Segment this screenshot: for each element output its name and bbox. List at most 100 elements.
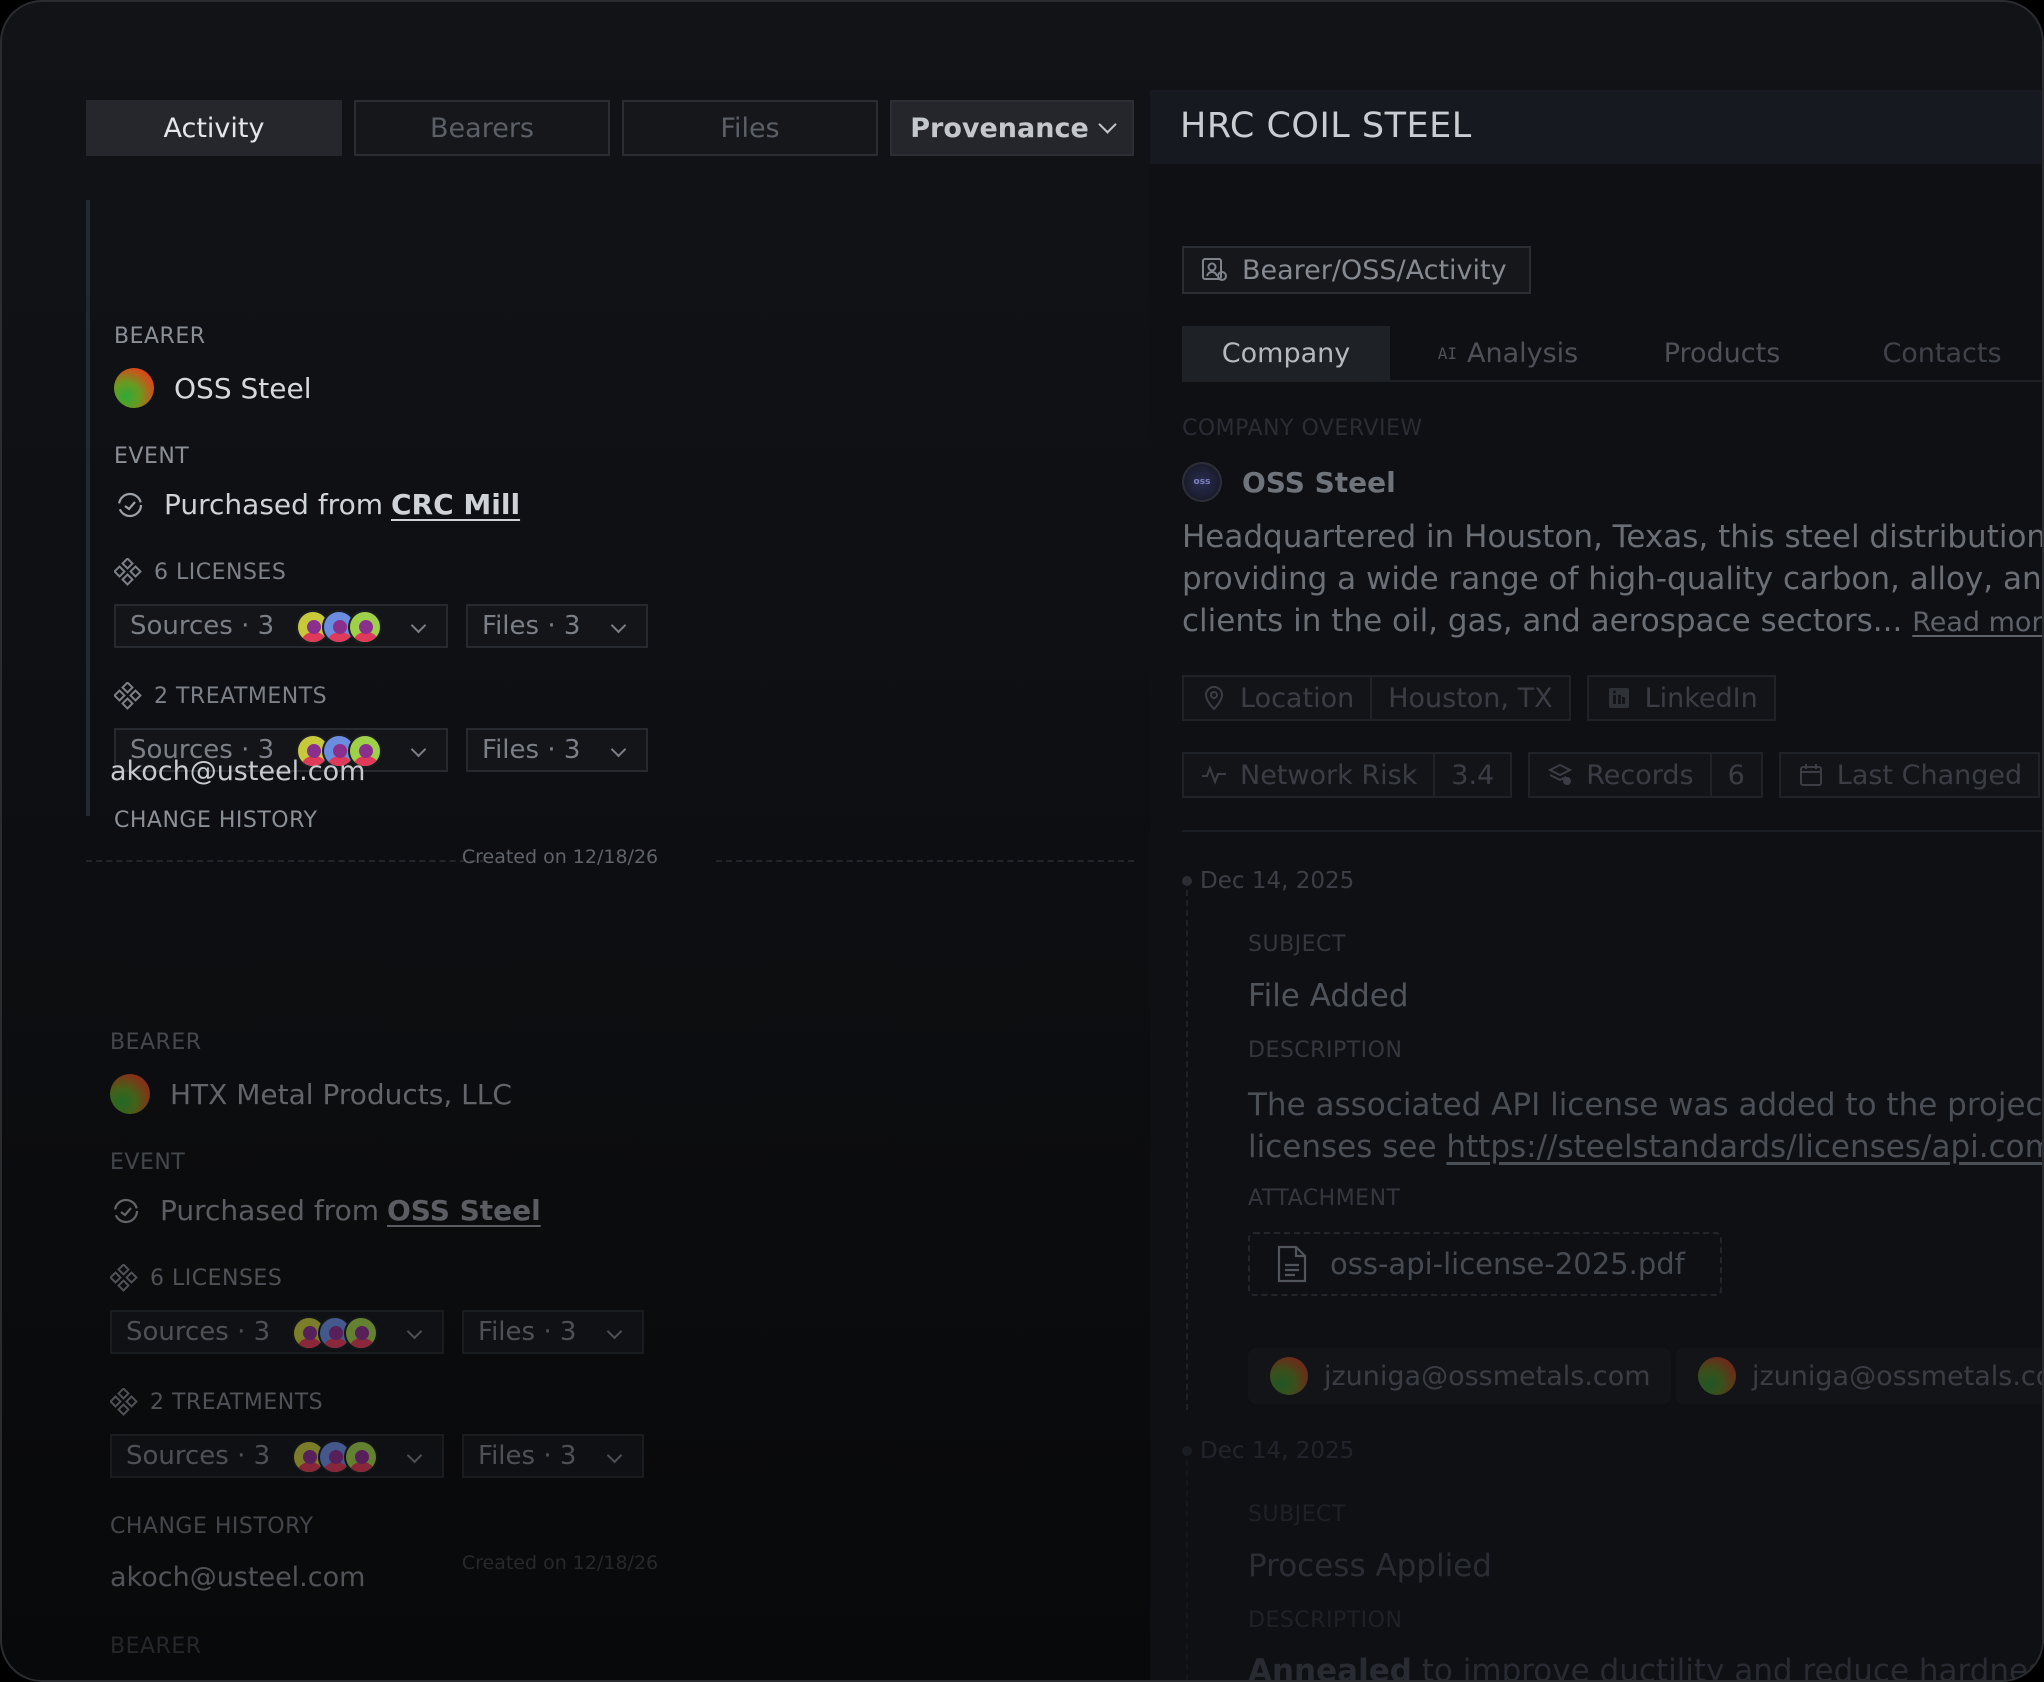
subject-value: Process Applied xyxy=(1248,1548,1492,1584)
timeline-description: Annealed to improve ductility and reduce… xyxy=(1248,1653,2044,1682)
chevron-down-icon xyxy=(406,1447,423,1464)
contact-chip[interactable]: jzuniga@ossmetals.com xyxy=(1248,1348,1671,1404)
chevron-down-icon xyxy=(410,741,427,758)
tab-products[interactable]: Products xyxy=(1622,326,1822,380)
activity-card: BEARER OSS Steel EVENT Purchased from CR… xyxy=(86,200,1134,833)
event-label: EVENT xyxy=(114,444,190,469)
tab-files[interactable]: Files xyxy=(622,100,878,156)
subject-label: SUBJECT xyxy=(1248,932,1346,957)
change-history-email: akoch@usteel.com xyxy=(110,756,366,787)
detail-header: HRC COIL STEEL xyxy=(1150,90,2042,164)
files-dropdown[interactable]: Files · 3 xyxy=(466,728,648,772)
read-more-link[interactable]: Read more xyxy=(1912,607,2042,638)
description-label: DESCRIPTION xyxy=(1248,1608,1403,1633)
tab-analysis[interactable]: AI Analysis xyxy=(1408,326,1608,380)
chevron-down-icon xyxy=(606,1447,623,1464)
company-description: Headquartered in Houston, Texas, this st… xyxy=(1182,516,2042,644)
location-pin-icon xyxy=(1204,686,1224,711)
records-pill: Records 6 xyxy=(1528,752,1763,798)
treatments-header: 2 TREATMENTS xyxy=(114,682,327,710)
timeline-line xyxy=(1186,890,1188,1410)
bearer-avatar xyxy=(110,1074,150,1114)
source-avatars xyxy=(292,1316,378,1350)
breadcrumb[interactable]: Bearer/OSS/Activity xyxy=(1182,246,1531,294)
attachment-label: ATTACHMENT xyxy=(1248,1186,1401,1211)
company-logo: oss xyxy=(1182,462,1222,502)
diamond-cluster-icon xyxy=(110,1388,138,1416)
bearer-item[interactable]: HTX Metal Products, LLC xyxy=(110,1074,512,1114)
files-dropdown[interactable]: Files · 3 xyxy=(462,1310,644,1354)
event-source-link[interactable]: CRC Mill xyxy=(391,488,520,521)
event-row: Purchased from CRC Mill xyxy=(114,488,520,521)
bearer-name: HTX Metal Products, LLC xyxy=(170,1077,512,1111)
chevron-down-icon xyxy=(406,1323,423,1340)
licenses-header: 6 LICENSES xyxy=(110,1264,282,1292)
source-avatars xyxy=(296,610,382,644)
location-pill: Location Houston, TX xyxy=(1182,675,1571,721)
created-divider: Created on 12/18/26 xyxy=(86,846,1134,876)
chevron-down-icon xyxy=(410,617,427,634)
license-link[interactable]: https://steelstandards/licenses/api.com. xyxy=(1446,1129,2042,1165)
diamond-cluster-icon xyxy=(114,682,142,710)
contact-chip[interactable]: jzuniga@ossmetals.com xyxy=(1676,1348,2042,1404)
subject-value: File Added xyxy=(1248,978,1409,1014)
chevron-down-icon xyxy=(1098,114,1117,134)
avatar xyxy=(344,1316,378,1350)
sources-dropdown[interactable]: Sources · 3 xyxy=(110,1434,444,1478)
records-icon xyxy=(1547,763,1573,785)
created-date: Created on 12/18/26 xyxy=(461,1552,659,1574)
bearer-name: OSS Steel xyxy=(174,371,312,405)
linkedin-pill[interactable]: LinkedIn xyxy=(1586,675,1776,721)
bearer-item[interactable]: OSS Steel xyxy=(114,368,311,408)
sync-icon xyxy=(117,492,143,517)
timeline-date: Dec 14, 2025 xyxy=(1200,868,1355,894)
tab-bearers[interactable]: Bearers xyxy=(354,100,610,156)
change-history-label: CHANGE HISTORY xyxy=(110,1514,314,1539)
timeline-date: Dec 14, 2025 xyxy=(1200,1438,1355,1464)
document-icon xyxy=(1277,1245,1307,1283)
detail-tab-bar: Company AI Analysis Products Contacts xyxy=(1182,326,2042,382)
activity-card: BEARER xyxy=(86,1600,1134,1680)
sync-icon xyxy=(113,1198,139,1223)
tab-contacts[interactable]: Contacts xyxy=(1838,326,2042,380)
linkedin-icon xyxy=(1608,688,1629,708)
sources-dropdown[interactable]: Sources · 3 xyxy=(114,604,448,648)
activity-card: BEARER HTX Metal Products, LLC EVENT Pur… xyxy=(86,906,1134,1606)
last-changed-pill: Last Changed xyxy=(1778,752,2041,798)
event-row: Purchased from OSS Steel xyxy=(110,1194,541,1227)
company-name: OSS Steel xyxy=(1242,465,1396,499)
created-divider: Created on 12/18/26 xyxy=(86,1552,1134,1582)
calendar-icon xyxy=(1799,764,1822,786)
stats-row: Network Risk 3.4 Records 6 Last Changed xyxy=(1182,752,2041,798)
attachment-file[interactable]: oss-api-license-2025.pdf xyxy=(1248,1232,1722,1296)
files-dropdown[interactable]: Files · 3 xyxy=(466,604,648,648)
bearer-label: BEARER xyxy=(110,1634,202,1659)
bearer-avatar xyxy=(114,368,154,408)
diamond-cluster-icon xyxy=(110,1264,138,1292)
created-date: Created on 12/18/26 xyxy=(461,846,659,868)
contact-avatar xyxy=(1270,1357,1308,1395)
detail-panel: HRC COIL STEEL Bearer/OSS/Activity Compa… xyxy=(1150,90,2044,1682)
bearer-label: BEARER xyxy=(114,324,206,349)
provenance-dropdown[interactable]: Provenance xyxy=(890,100,1134,156)
timeline-dot xyxy=(1182,876,1192,886)
app-window: Activity Bearers Files Provenance BEARER… xyxy=(0,0,2044,1682)
divider xyxy=(1182,830,2042,832)
pulse-icon xyxy=(1202,765,1226,785)
chevron-down-icon xyxy=(610,741,627,758)
page-title: HRC COIL STEEL xyxy=(1180,106,1472,146)
avatar xyxy=(348,610,382,644)
tab-company[interactable]: Company xyxy=(1182,326,1390,380)
chevron-down-icon xyxy=(606,1323,623,1340)
change-history-label: CHANGE HISTORY xyxy=(114,808,318,833)
licenses-header: 6 LICENSES xyxy=(114,558,286,586)
treatments-header: 2 TREATMENTS xyxy=(110,1388,323,1416)
files-dropdown[interactable]: Files · 3 xyxy=(462,1434,644,1478)
activity-panel: Activity Bearers Files Provenance BEARER… xyxy=(86,100,1134,1680)
description-label: DESCRIPTION xyxy=(1248,1038,1403,1063)
left-tab-bar: Activity Bearers Files Provenance xyxy=(86,100,1134,156)
sources-dropdown[interactable]: Sources · 3 xyxy=(110,1310,444,1354)
section-title: COMPANY OVERVIEW xyxy=(1182,416,1423,441)
tab-activity[interactable]: Activity xyxy=(86,100,342,156)
event-source-link[interactable]: OSS Steel xyxy=(387,1194,541,1227)
